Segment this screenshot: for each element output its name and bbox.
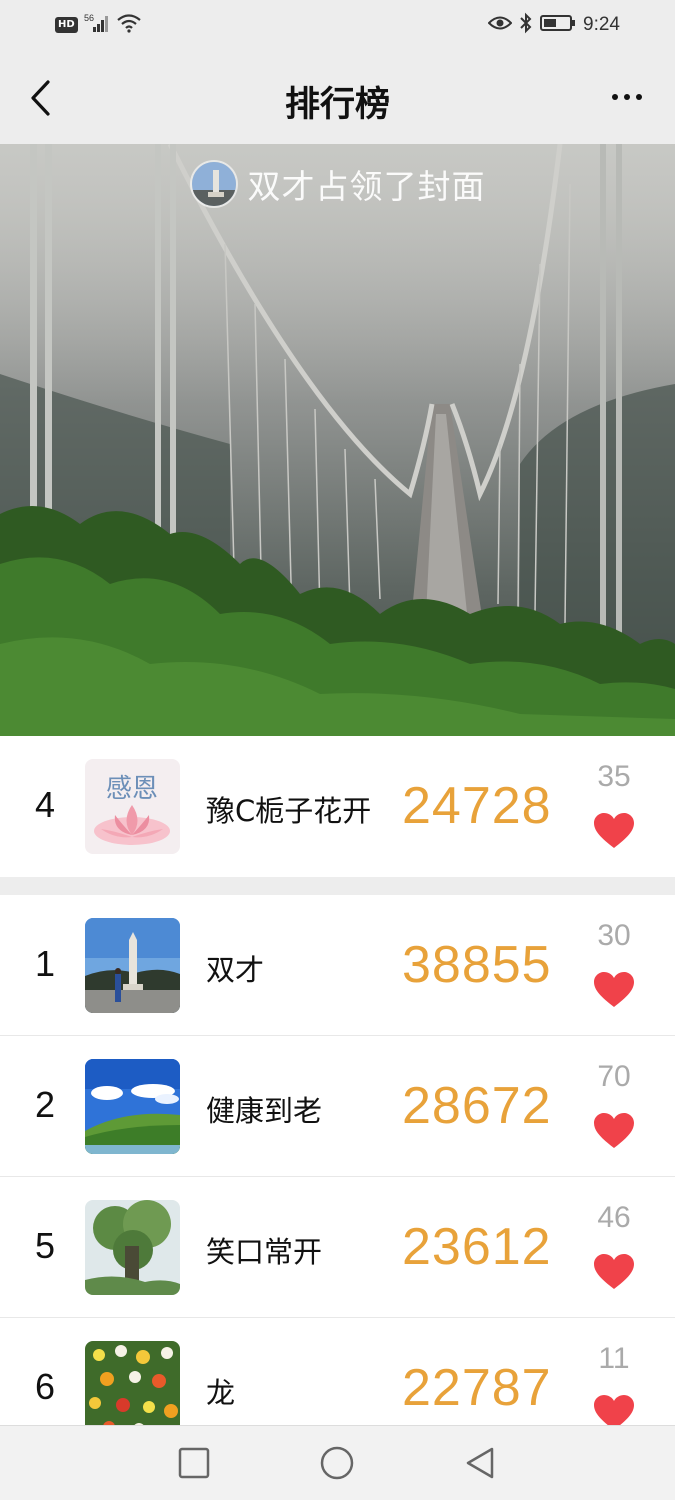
ranking-row[interactable]: 1 双才 38855 30 [0,895,675,1036]
cover-caption: 双才占领了封面 [0,160,675,208]
step-count: 24728 [402,777,552,835]
signal-network-label: 56 [84,13,94,23]
heart-icon[interactable] [593,812,635,850]
user-avatar [85,1341,180,1436]
bluetooth-icon [519,12,533,38]
user-name: 双才 [206,953,265,987]
step-count: 23612 [402,1218,552,1276]
status-time: 9:24 [583,14,620,35]
like-count: 70 [597,1060,631,1093]
user-avatar [85,1200,180,1295]
wifi-icon [116,13,142,37]
hd-badge: HD [55,17,78,33]
cover-image[interactable]: 双才占领了封面 [0,144,675,736]
more-dots-icon [612,94,618,100]
page-title: 排行榜 [284,85,390,125]
status-left: HD 56 [55,13,142,37]
cover-avatar [189,160,238,208]
status-right: 9:24 [487,12,620,38]
eye-icon [487,15,513,35]
suspension-bridge-image [0,144,675,736]
more-button[interactable] [607,82,647,112]
square-icon[interactable] [176,1445,212,1481]
user-avatar [85,1059,180,1154]
heart-icon[interactable] [593,1253,635,1291]
avatar-text: 感恩 [106,774,158,804]
circle-icon[interactable] [319,1445,355,1481]
triangle-back-icon[interactable] [462,1445,498,1481]
nav-bar: 排行榜 [0,52,675,144]
user-avatar [85,918,180,1013]
like-count: 35 [597,760,631,793]
like-count: 11 [598,1342,630,1375]
step-count: 28672 [402,1077,552,1135]
like-count: 30 [597,919,631,952]
rank-number: 6 [34,1366,56,1407]
rank-number: 2 [34,1084,56,1125]
user-name: 健康到老 [206,1094,323,1128]
step-count: 22787 [402,1359,552,1417]
heart-icon[interactable] [593,971,635,1009]
like-count: 46 [597,1201,631,1234]
user-name: 笑口常开 [206,1235,323,1269]
user-avatar: 感恩 [85,759,180,854]
cover-caption-text: 双才占领了封面 [247,167,486,206]
status-bar: HD 56 9:24 [0,0,675,52]
step-count: 38855 [402,936,552,994]
system-nav-bar [0,1425,675,1500]
ranking-row[interactable]: 2 健康到老 28672 70 [0,1036,675,1177]
rank-number: 5 [34,1225,56,1266]
user-name: 龙 [206,1376,236,1410]
rank-number: 1 [34,943,56,984]
signal-icon: 56 [84,13,110,37]
ranking-row[interactable]: 5 笑口常开 23612 46 [0,1177,675,1318]
rank-number: 4 [34,784,56,825]
battery-icon [540,14,576,36]
my-rank-row[interactable]: 4 感恩 豫C栀子花开 24728 35 [0,736,675,877]
ranking-list: 1 双才 38855 30 2 健康到老 28672 70 5 笑口常开 236… [0,895,675,1459]
heart-icon[interactable] [593,1112,635,1150]
user-name: 豫C栀子花开 [206,794,372,828]
